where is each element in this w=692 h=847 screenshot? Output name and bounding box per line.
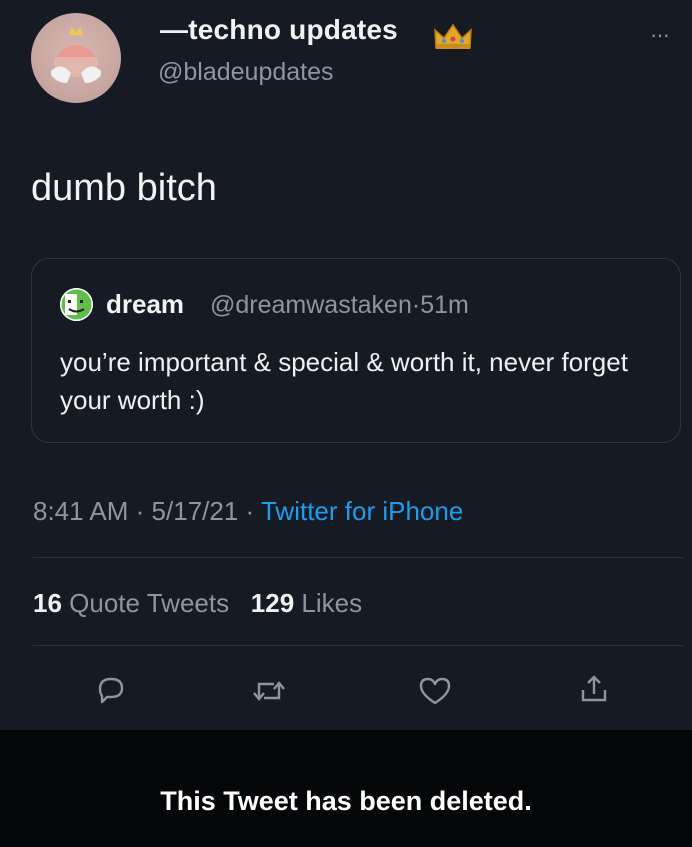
likes-stat[interactable]: 129 Likes bbox=[251, 588, 362, 618]
meta-separator: · bbox=[411, 291, 421, 319]
crown-icon bbox=[434, 23, 472, 49]
tweet-card: —techno updates @bladeupdates ··· dumb b… bbox=[0, 0, 692, 730]
share-icon[interactable] bbox=[577, 672, 611, 706]
reply-icon[interactable] bbox=[94, 674, 128, 706]
quoted-display-name[interactable]: dream bbox=[106, 289, 184, 320]
likes-label: Likes bbox=[301, 588, 363, 618]
quoted-age: 51m bbox=[420, 291, 469, 319]
retweet-icon[interactable] bbox=[250, 676, 288, 706]
quote-tweets-label: Quote Tweets bbox=[69, 588, 230, 618]
tweet-source-link[interactable]: Twitter for iPhone bbox=[261, 496, 463, 526]
avatar[interactable] bbox=[31, 13, 121, 103]
tweet-text: dumb bitch bbox=[31, 167, 217, 209]
divider bbox=[33, 557, 683, 558]
quoted-avatar-image bbox=[60, 288, 93, 321]
more-options-icon[interactable]: ··· bbox=[650, 22, 670, 48]
tweet-timestamp: 8:41 AM · 5/17/21 · Twitter for iPhone bbox=[33, 496, 463, 527]
likes-count: 129 bbox=[250, 588, 295, 618]
avatar-image bbox=[51, 27, 101, 83]
quote-tweets-count: 16 bbox=[33, 588, 62, 618]
quoted-text: you’re important & special & worth it, n… bbox=[60, 347, 628, 415]
deleted-tweet-text: This Tweet has been deleted. bbox=[160, 786, 532, 816]
display-name[interactable]: —techno updates bbox=[160, 14, 398, 46]
quoted-avatar bbox=[60, 288, 93, 321]
quote-tweets-stat[interactable]: 16 Quote Tweets bbox=[33, 588, 229, 618]
separator-dot: · bbox=[245, 496, 255, 526]
like-icon[interactable] bbox=[417, 675, 453, 707]
tweet-date: 5/17/21 bbox=[151, 496, 239, 526]
quoted-tweet[interactable]: dream @dreamwastaken·51m you’re importan… bbox=[31, 258, 681, 443]
tweet-stats: 16 Quote Tweets 129 Likes bbox=[33, 588, 362, 619]
separator-dot: · bbox=[135, 496, 145, 526]
tweet-time: 8:41 AM bbox=[33, 496, 129, 526]
quoted-handle[interactable]: @dreamwastaken bbox=[210, 291, 412, 319]
quoted-meta: @dreamwastaken·51m bbox=[210, 291, 469, 320]
divider bbox=[33, 645, 683, 646]
handle[interactable]: @bladeupdates bbox=[158, 58, 334, 87]
